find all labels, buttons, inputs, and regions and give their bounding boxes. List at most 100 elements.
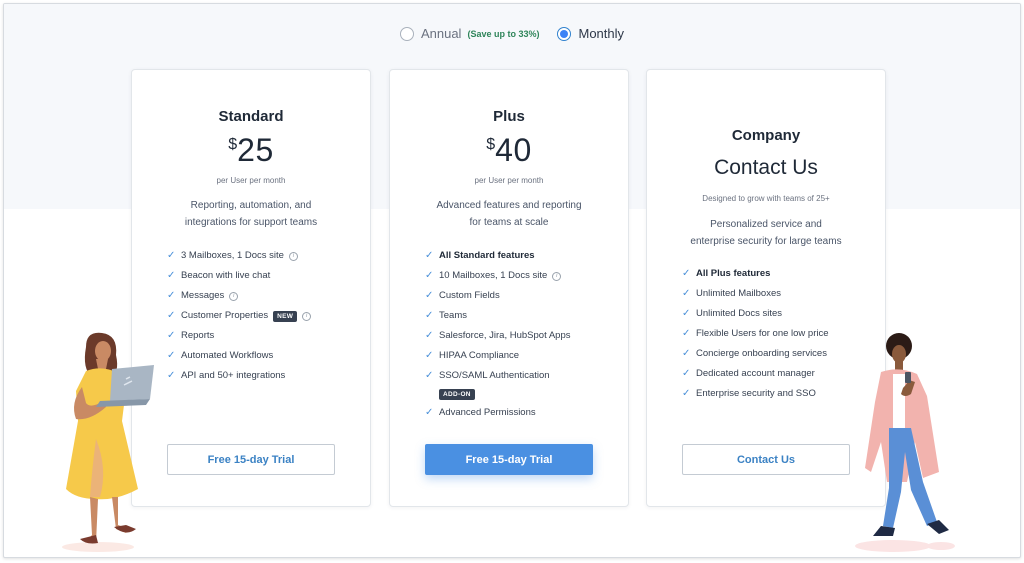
feature-text: Customer Properties xyxy=(181,310,269,321)
plan-price: $25 xyxy=(132,132,370,169)
plan-description-line: enterprise security for large teams xyxy=(690,236,842,247)
feature-text: Reports xyxy=(181,330,215,341)
feature-text: Dedicated account manager xyxy=(696,368,815,379)
annual-label: Annual xyxy=(420,26,462,41)
check-icon: ✓ xyxy=(682,308,691,319)
check-icon: ✓ xyxy=(167,290,176,301)
plan-name: Standard xyxy=(218,108,284,125)
feature-list: ✓ All Standard features ✓ 10 Mailboxes, 1 … xyxy=(425,246,571,423)
feature-item: ✓ HIPAA Compliance xyxy=(425,346,571,366)
monthly-label: Monthly xyxy=(578,26,625,41)
check-icon: ✓ xyxy=(425,330,434,341)
price-amount: 25 xyxy=(237,132,274,168)
feature-item: ✓ Customer Properties NEW i xyxy=(167,306,312,326)
plan-description-line: for teams at scale xyxy=(469,217,549,228)
plan-card-plus: Plus $40 per User per month Advanced fea… xyxy=(389,69,629,507)
feature-text: Advanced Permissions xyxy=(439,407,536,418)
feature-item: ✓ Concierge onboarding services xyxy=(682,344,829,364)
plus-trial-button[interactable]: Free 15-day Trial xyxy=(425,444,593,475)
plan-description: Personalized service and enterprise secu… xyxy=(667,216,865,250)
info-icon[interactable]: i xyxy=(288,251,298,261)
feature-item: ✓ Unlimited Mailboxes xyxy=(682,284,829,304)
plan-description-line: Personalized service and xyxy=(710,219,822,230)
contact-us-button[interactable]: Contact Us xyxy=(682,444,850,475)
info-icon[interactable]: i xyxy=(229,291,239,301)
feature-text: SSO/SAML Authentication xyxy=(439,370,550,381)
feature-item: ✓ Advanced Permissions xyxy=(425,403,571,423)
feature-item: ✓ Teams xyxy=(425,306,571,326)
annual-radio-circle[interactable] xyxy=(399,26,414,41)
addon-row: ADD-ON xyxy=(425,386,571,403)
plan-name: Company xyxy=(731,127,801,144)
plan-description-line: integrations for support teams xyxy=(184,217,318,228)
feature-item: ✓ Enterprise security and SSO xyxy=(682,384,829,404)
feature-text: All Plus features xyxy=(696,268,771,279)
plan-description: Reporting, automation, and integrations … xyxy=(152,197,350,231)
price-currency: $ xyxy=(486,136,496,153)
woman-phone-illustration xyxy=(855,333,955,552)
check-icon: ✓ xyxy=(167,310,176,321)
addon-badge: ADD-ON xyxy=(439,389,475,400)
check-icon: ✓ xyxy=(167,370,176,381)
plan-card-standard: Standard $25 per User per month Reportin… xyxy=(131,69,371,507)
feature-text: Enterprise security and SSO xyxy=(696,388,816,399)
check-icon: ✓ xyxy=(425,270,434,281)
check-icon: ✓ xyxy=(682,348,691,359)
feature-item: ✓ Automated Workflows xyxy=(167,346,311,366)
check-icon: ✓ xyxy=(425,290,434,301)
price-currency: $ xyxy=(228,136,238,153)
new-badge: NEW xyxy=(273,310,298,322)
info-icon[interactable]: i xyxy=(552,271,562,281)
feature-item: ✓ Messages i xyxy=(167,286,311,306)
feature-list: ✓ 3 Mailboxes, 1 Docs site i ✓ Beacon with … xyxy=(167,246,312,386)
check-icon: ✓ xyxy=(425,310,434,321)
billing-toggle: Annual (Save up to 33%) Monthly xyxy=(4,26,1020,41)
feature-text: Automated Workflows xyxy=(181,350,274,361)
feature-text: Teams xyxy=(439,310,467,321)
price-period: per User per month xyxy=(216,176,286,185)
feature-text: Custom Fields xyxy=(439,290,500,301)
check-icon: ✓ xyxy=(167,250,176,261)
feature-item: ✓ Custom Fields xyxy=(425,286,571,306)
check-icon: ✓ xyxy=(682,368,691,379)
feature-text: Messages xyxy=(181,290,225,301)
check-icon: ✓ xyxy=(167,270,176,281)
price-period: per User per month xyxy=(474,176,544,185)
standard-trial-button[interactable]: Free 15-day Trial xyxy=(167,444,335,475)
check-icon: ✓ xyxy=(425,250,434,261)
check-icon: ✓ xyxy=(682,328,691,339)
feature-text: 3 Mailboxes, 1 Docs site xyxy=(181,250,284,261)
annual-save-text: (Save up to 33%) xyxy=(467,28,540,39)
check-icon: ✓ xyxy=(682,268,691,279)
feature-item: ✓ API and 50+ integrations xyxy=(167,366,311,386)
check-icon: ✓ xyxy=(682,388,691,399)
feature-text: HIPAA Compliance xyxy=(439,350,520,361)
monthly-radio[interactable]: Monthly xyxy=(557,26,624,41)
feature-item: ✓ 3 Mailboxes, 1 Docs site i xyxy=(167,246,311,266)
feature-list: ✓ All Plus features ✓ Unlimited Mailboxes … xyxy=(682,264,829,404)
feature-item: ✓ SSO/SAML Authentication xyxy=(425,366,571,386)
monthly-radio-circle[interactable] xyxy=(557,26,572,41)
feature-item: ✓ Salesforce, Jira, HubSpot Apps xyxy=(425,326,571,346)
feature-text: Beacon with live chat xyxy=(181,270,271,281)
feature-item: ✓ Reports xyxy=(167,326,311,346)
plan-description-line: Reporting, automation, and xyxy=(190,200,312,211)
check-icon: ✓ xyxy=(425,370,434,381)
feature-item: ✓ All Plus features xyxy=(682,264,829,284)
contact-title: Contact Us xyxy=(714,156,818,179)
feature-text: Flexible Users for one low price xyxy=(696,328,829,339)
feature-text: Unlimited Mailboxes xyxy=(696,288,782,299)
feature-item: ✓ Beacon with live chat xyxy=(167,266,311,286)
annual-radio[interactable]: Annual xyxy=(399,26,462,41)
check-icon: ✓ xyxy=(425,407,434,418)
feature-item: ✓ All Standard features xyxy=(425,246,571,266)
pricing-frame: Annual (Save up to 33%) Monthly Standard… xyxy=(3,3,1021,558)
feature-text: All Standard features xyxy=(439,250,535,261)
company-subtitle: Designed to grow with teams of 25+ xyxy=(702,194,830,203)
feature-text: Salesforce, Jira, HubSpot Apps xyxy=(439,330,571,341)
feature-item: ✓ Flexible Users for one low price xyxy=(682,324,829,344)
check-icon: ✓ xyxy=(425,350,434,361)
info-icon[interactable]: i xyxy=(302,311,312,321)
plan-description-line: Advanced features and reporting xyxy=(436,200,582,211)
feature-item: ✓ Unlimited Docs sites xyxy=(682,304,829,324)
